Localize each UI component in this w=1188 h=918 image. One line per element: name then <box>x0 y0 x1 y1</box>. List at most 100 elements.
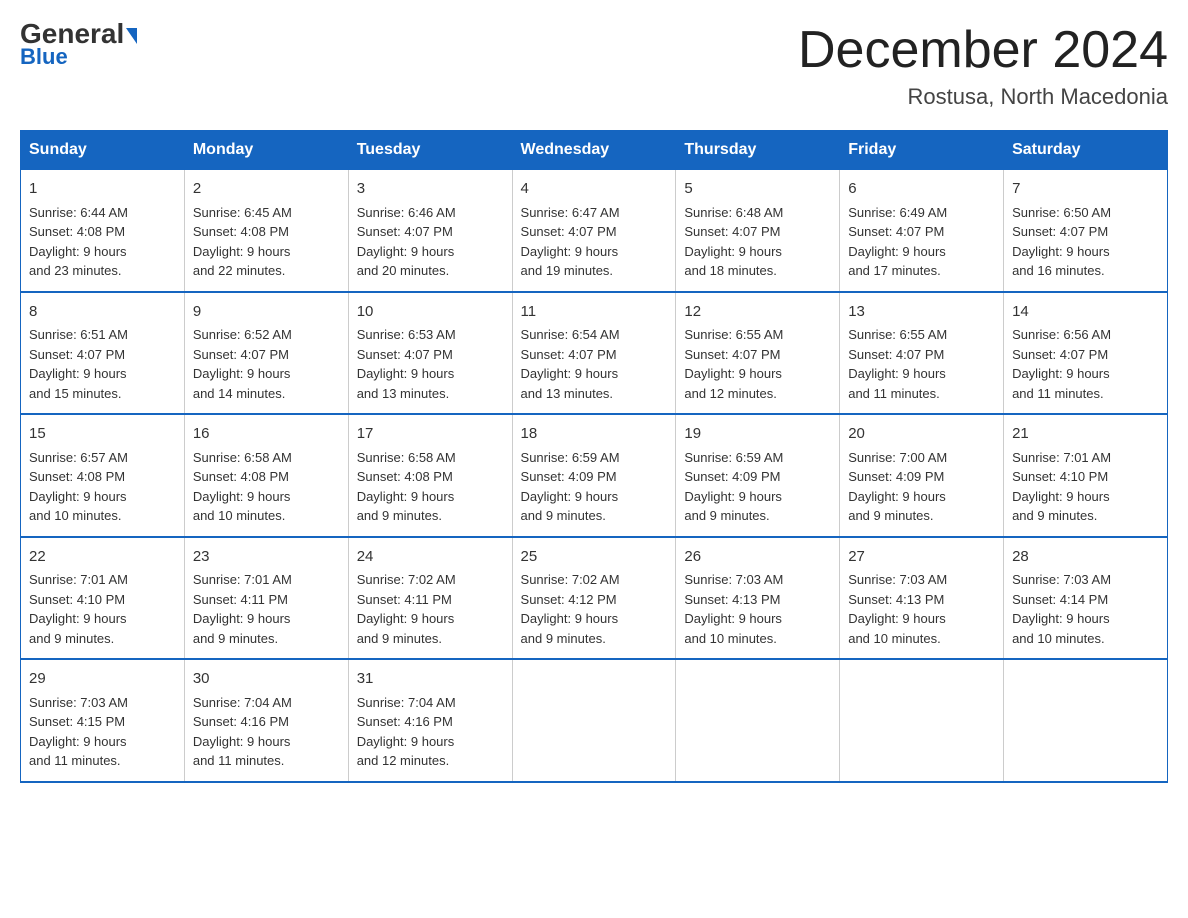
day-number: 28 <box>1012 546 1159 569</box>
col-friday: Friday <box>840 131 1004 170</box>
day-info: Sunrise: 6:47 AMSunset: 4:07 PMDaylight:… <box>521 205 620 279</box>
table-row: 13 Sunrise: 6:55 AMSunset: 4:07 PMDaylig… <box>840 292 1004 415</box>
table-row: 6 Sunrise: 6:49 AMSunset: 4:07 PMDayligh… <box>840 170 1004 292</box>
day-info: Sunrise: 6:59 AMSunset: 4:09 PMDaylight:… <box>684 450 783 524</box>
day-number: 23 <box>193 546 340 569</box>
day-number: 9 <box>193 301 340 324</box>
day-info: Sunrise: 6:51 AMSunset: 4:07 PMDaylight:… <box>29 327 128 401</box>
table-row: 2 Sunrise: 6:45 AMSunset: 4:08 PMDayligh… <box>184 170 348 292</box>
day-info: Sunrise: 6:46 AMSunset: 4:07 PMDaylight:… <box>357 205 456 279</box>
day-info: Sunrise: 6:49 AMSunset: 4:07 PMDaylight:… <box>848 205 947 279</box>
day-info: Sunrise: 7:01 AMSunset: 4:11 PMDaylight:… <box>193 572 292 646</box>
day-number: 17 <box>357 423 504 446</box>
col-monday: Monday <box>184 131 348 170</box>
calendar-table: Sunday Monday Tuesday Wednesday Thursday… <box>20 130 1168 783</box>
day-number: 5 <box>684 178 831 201</box>
day-number: 12 <box>684 301 831 324</box>
table-row: 31 Sunrise: 7:04 AMSunset: 4:16 PMDaylig… <box>348 659 512 782</box>
table-row: 11 Sunrise: 6:54 AMSunset: 4:07 PMDaylig… <box>512 292 676 415</box>
day-info: Sunrise: 7:01 AMSunset: 4:10 PMDaylight:… <box>1012 450 1111 524</box>
day-number: 25 <box>521 546 668 569</box>
day-info: Sunrise: 6:48 AMSunset: 4:07 PMDaylight:… <box>684 205 783 279</box>
table-row: 4 Sunrise: 6:47 AMSunset: 4:07 PMDayligh… <box>512 170 676 292</box>
table-row: 28 Sunrise: 7:03 AMSunset: 4:14 PMDaylig… <box>1004 537 1168 660</box>
table-row <box>1004 659 1168 782</box>
col-wednesday: Wednesday <box>512 131 676 170</box>
table-row: 9 Sunrise: 6:52 AMSunset: 4:07 PMDayligh… <box>184 292 348 415</box>
day-info: Sunrise: 7:04 AMSunset: 4:16 PMDaylight:… <box>193 695 292 769</box>
day-info: Sunrise: 6:56 AMSunset: 4:07 PMDaylight:… <box>1012 327 1111 401</box>
table-row: 5 Sunrise: 6:48 AMSunset: 4:07 PMDayligh… <box>676 170 840 292</box>
day-info: Sunrise: 7:03 AMSunset: 4:14 PMDaylight:… <box>1012 572 1111 646</box>
calendar-week-row: 8 Sunrise: 6:51 AMSunset: 4:07 PMDayligh… <box>21 292 1168 415</box>
day-info: Sunrise: 6:58 AMSunset: 4:08 PMDaylight:… <box>193 450 292 524</box>
day-number: 3 <box>357 178 504 201</box>
table-row <box>512 659 676 782</box>
day-number: 10 <box>357 301 504 324</box>
day-number: 31 <box>357 668 504 691</box>
day-info: Sunrise: 6:58 AMSunset: 4:08 PMDaylight:… <box>357 450 456 524</box>
calendar-title: December 2024 <box>798 20 1168 80</box>
table-row: 30 Sunrise: 7:04 AMSunset: 4:16 PMDaylig… <box>184 659 348 782</box>
calendar-week-row: 1 Sunrise: 6:44 AMSunset: 4:08 PMDayligh… <box>21 170 1168 292</box>
day-number: 24 <box>357 546 504 569</box>
day-info: Sunrise: 7:04 AMSunset: 4:16 PMDaylight:… <box>357 695 456 769</box>
day-info: Sunrise: 6:44 AMSunset: 4:08 PMDaylight:… <box>29 205 128 279</box>
table-row: 16 Sunrise: 6:58 AMSunset: 4:08 PMDaylig… <box>184 414 348 537</box>
day-info: Sunrise: 7:00 AMSunset: 4:09 PMDaylight:… <box>848 450 947 524</box>
day-number: 15 <box>29 423 176 446</box>
table-row: 12 Sunrise: 6:55 AMSunset: 4:07 PMDaylig… <box>676 292 840 415</box>
day-info: Sunrise: 7:02 AMSunset: 4:11 PMDaylight:… <box>357 572 456 646</box>
table-row: 25 Sunrise: 7:02 AMSunset: 4:12 PMDaylig… <box>512 537 676 660</box>
table-row: 18 Sunrise: 6:59 AMSunset: 4:09 PMDaylig… <box>512 414 676 537</box>
logo-blue-text: Blue <box>20 44 68 70</box>
day-number: 4 <box>521 178 668 201</box>
day-number: 1 <box>29 178 176 201</box>
day-number: 7 <box>1012 178 1159 201</box>
day-info: Sunrise: 7:03 AMSunset: 4:15 PMDaylight:… <box>29 695 128 769</box>
day-number: 14 <box>1012 301 1159 324</box>
table-row: 14 Sunrise: 6:56 AMSunset: 4:07 PMDaylig… <box>1004 292 1168 415</box>
table-row: 20 Sunrise: 7:00 AMSunset: 4:09 PMDaylig… <box>840 414 1004 537</box>
table-row: 27 Sunrise: 7:03 AMSunset: 4:13 PMDaylig… <box>840 537 1004 660</box>
calendar-header-row: Sunday Monday Tuesday Wednesday Thursday… <box>21 131 1168 170</box>
day-number: 27 <box>848 546 995 569</box>
table-row: 10 Sunrise: 6:53 AMSunset: 4:07 PMDaylig… <box>348 292 512 415</box>
day-number: 26 <box>684 546 831 569</box>
day-info: Sunrise: 7:02 AMSunset: 4:12 PMDaylight:… <box>521 572 620 646</box>
day-number: 16 <box>193 423 340 446</box>
table-row <box>840 659 1004 782</box>
day-number: 30 <box>193 668 340 691</box>
table-row: 3 Sunrise: 6:46 AMSunset: 4:07 PMDayligh… <box>348 170 512 292</box>
logo: General Blue <box>20 20 137 70</box>
calendar-subtitle: Rostusa, North Macedonia <box>798 84 1168 110</box>
table-row: 21 Sunrise: 7:01 AMSunset: 4:10 PMDaylig… <box>1004 414 1168 537</box>
day-info: Sunrise: 6:45 AMSunset: 4:08 PMDaylight:… <box>193 205 292 279</box>
day-info: Sunrise: 6:52 AMSunset: 4:07 PMDaylight:… <box>193 327 292 401</box>
day-info: Sunrise: 6:57 AMSunset: 4:08 PMDaylight:… <box>29 450 128 524</box>
calendar-week-row: 22 Sunrise: 7:01 AMSunset: 4:10 PMDaylig… <box>21 537 1168 660</box>
page-header: General Blue December 2024 Rostusa, Nort… <box>20 20 1168 110</box>
day-number: 29 <box>29 668 176 691</box>
table-row: 29 Sunrise: 7:03 AMSunset: 4:15 PMDaylig… <box>21 659 185 782</box>
title-block: December 2024 Rostusa, North Macedonia <box>798 20 1168 110</box>
day-info: Sunrise: 6:59 AMSunset: 4:09 PMDaylight:… <box>521 450 620 524</box>
day-number: 8 <box>29 301 176 324</box>
day-number: 2 <box>193 178 340 201</box>
day-info: Sunrise: 7:03 AMSunset: 4:13 PMDaylight:… <box>684 572 783 646</box>
day-info: Sunrise: 6:55 AMSunset: 4:07 PMDaylight:… <box>848 327 947 401</box>
day-info: Sunrise: 6:54 AMSunset: 4:07 PMDaylight:… <box>521 327 620 401</box>
col-sunday: Sunday <box>21 131 185 170</box>
table-row: 26 Sunrise: 7:03 AMSunset: 4:13 PMDaylig… <box>676 537 840 660</box>
table-row: 24 Sunrise: 7:02 AMSunset: 4:11 PMDaylig… <box>348 537 512 660</box>
day-number: 22 <box>29 546 176 569</box>
day-info: Sunrise: 6:53 AMSunset: 4:07 PMDaylight:… <box>357 327 456 401</box>
table-row: 7 Sunrise: 6:50 AMSunset: 4:07 PMDayligh… <box>1004 170 1168 292</box>
table-row: 22 Sunrise: 7:01 AMSunset: 4:10 PMDaylig… <box>21 537 185 660</box>
table-row: 23 Sunrise: 7:01 AMSunset: 4:11 PMDaylig… <box>184 537 348 660</box>
day-number: 18 <box>521 423 668 446</box>
day-info: Sunrise: 7:03 AMSunset: 4:13 PMDaylight:… <box>848 572 947 646</box>
calendar-week-row: 15 Sunrise: 6:57 AMSunset: 4:08 PMDaylig… <box>21 414 1168 537</box>
col-saturday: Saturday <box>1004 131 1168 170</box>
calendar-week-row: 29 Sunrise: 7:03 AMSunset: 4:15 PMDaylig… <box>21 659 1168 782</box>
